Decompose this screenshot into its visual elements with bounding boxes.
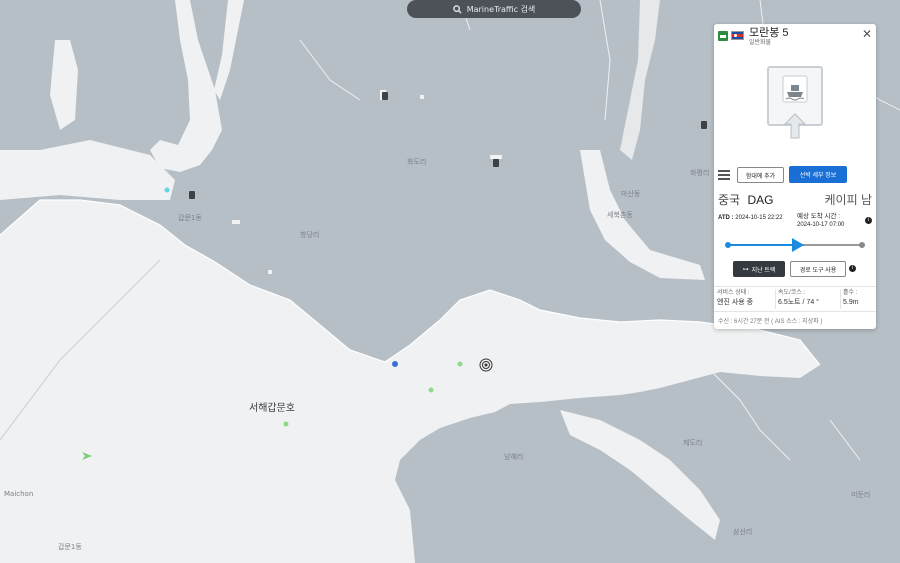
place-label: 세북촌동 bbox=[607, 211, 633, 219]
island bbox=[232, 220, 240, 224]
speed-label: 속도/코스 : bbox=[778, 290, 806, 296]
place-label: 삼선리 bbox=[733, 528, 753, 536]
place-label: 항당리 bbox=[300, 231, 320, 239]
menu-icon[interactable] bbox=[718, 170, 730, 180]
upload-arrow-icon bbox=[783, 113, 807, 139]
ship-position-icon bbox=[791, 238, 804, 252]
search-icon bbox=[452, 4, 462, 14]
status-stat: 서비스 상태 : 엔진 사용 중 bbox=[717, 289, 753, 307]
vessel-green-3 bbox=[283, 421, 289, 427]
port-icon bbox=[382, 92, 388, 100]
draught-value: 5.9m bbox=[843, 299, 859, 306]
destination-port[interactable]: 케이피 남 bbox=[825, 191, 873, 208]
panel-header: 모란봉 5 일반화물 ✕ bbox=[714, 24, 876, 46]
eta-label: 예상 도착 시간 : bbox=[797, 213, 841, 220]
add-to-fleet-button[interactable]: 함대에 추가 bbox=[737, 167, 784, 183]
vessel-details-button[interactable]: 선박 세부 정보 bbox=[789, 166, 847, 183]
atd-label: ATD : bbox=[718, 215, 734, 221]
received-info: 수신 : 6시간 27분 전 ( AIS 소스 : 지상파 ) bbox=[718, 319, 823, 325]
search-placeholder: MarineTraffic 검색 bbox=[466, 4, 536, 14]
draught-stat: 흘수 : 5.9m bbox=[843, 289, 859, 307]
search-bar[interactable]: MarineTraffic 검색 bbox=[407, 0, 581, 18]
island bbox=[490, 155, 502, 159]
vessel-stats: 서비스 상태 : 엔진 사용 중 속도/코스 : 6.5노트 / 74 ° 흘수… bbox=[714, 286, 876, 312]
vessel-cyan bbox=[164, 187, 170, 193]
past-track-label: 지난 트랙 bbox=[751, 267, 776, 274]
status-value: 엔진 사용 중 bbox=[717, 299, 754, 306]
past-track-button[interactable]: ⊶ 지난 트랙 bbox=[733, 261, 785, 277]
speed-value: 6.5노트 / 74 ° bbox=[778, 299, 819, 306]
place-label: 남혜리 bbox=[504, 453, 524, 461]
vessel-blue bbox=[392, 361, 398, 367]
place-label: 제도리 bbox=[683, 439, 703, 447]
eta-value: 2024-10-17 07:00 bbox=[797, 222, 845, 228]
draught-label: 흘수 : bbox=[843, 290, 858, 296]
vessel-info-panel: 모란봉 5 일반화물 ✕ 함대에 추가 선박 세부 정보 중국 DAG 케이피 … bbox=[714, 24, 876, 329]
voyage-progress-bar bbox=[725, 235, 865, 255]
place-label: 갑문1동 bbox=[58, 543, 82, 551]
status-label: 서비스 상태 : bbox=[717, 290, 750, 296]
place-label: 마산동 bbox=[621, 190, 641, 198]
port-icon bbox=[493, 159, 499, 167]
info-icon[interactable]: i bbox=[865, 217, 872, 224]
place-label: 화평리 bbox=[690, 169, 710, 177]
close-icon[interactable]: ✕ bbox=[861, 28, 873, 40]
cargo-ship-icon bbox=[718, 31, 728, 41]
ship-icon bbox=[782, 75, 808, 103]
track-icon: ⊶ bbox=[742, 266, 749, 273]
place-label: Maichon bbox=[4, 490, 34, 498]
vessel-green-1 bbox=[457, 361, 463, 367]
island bbox=[268, 270, 272, 274]
place-label: 미둔리 bbox=[851, 491, 871, 499]
island bbox=[420, 95, 424, 99]
departure-port-code: DAG bbox=[747, 193, 774, 207]
port-icon bbox=[189, 191, 195, 199]
speed-stat: 속도/코스 : 6.5노트 / 74 ° bbox=[778, 289, 819, 307]
info-icon[interactable]: i bbox=[849, 265, 856, 272]
departure-port[interactable]: 중국 DAG bbox=[718, 191, 773, 208]
place-label-west-sea-lock: 서해갑문호 bbox=[249, 403, 295, 414]
departure-country: 중국 bbox=[718, 193, 741, 207]
vessel-type: 일반화물 bbox=[749, 40, 772, 46]
route-tool-button[interactable]: 경로 도구 사용 bbox=[790, 261, 846, 277]
atd-value: 2024-10-15 22:22 bbox=[735, 215, 783, 221]
place-label: 갑문1동 bbox=[178, 214, 202, 222]
vessel-green-2 bbox=[428, 387, 434, 393]
atd-row: ATD : 2024-10-15 22:22 bbox=[718, 215, 783, 221]
port-icon bbox=[701, 121, 707, 129]
island bbox=[236, 348, 242, 351]
place-label: 화도리 bbox=[407, 158, 427, 166]
north-korea-flag-icon bbox=[731, 31, 744, 40]
